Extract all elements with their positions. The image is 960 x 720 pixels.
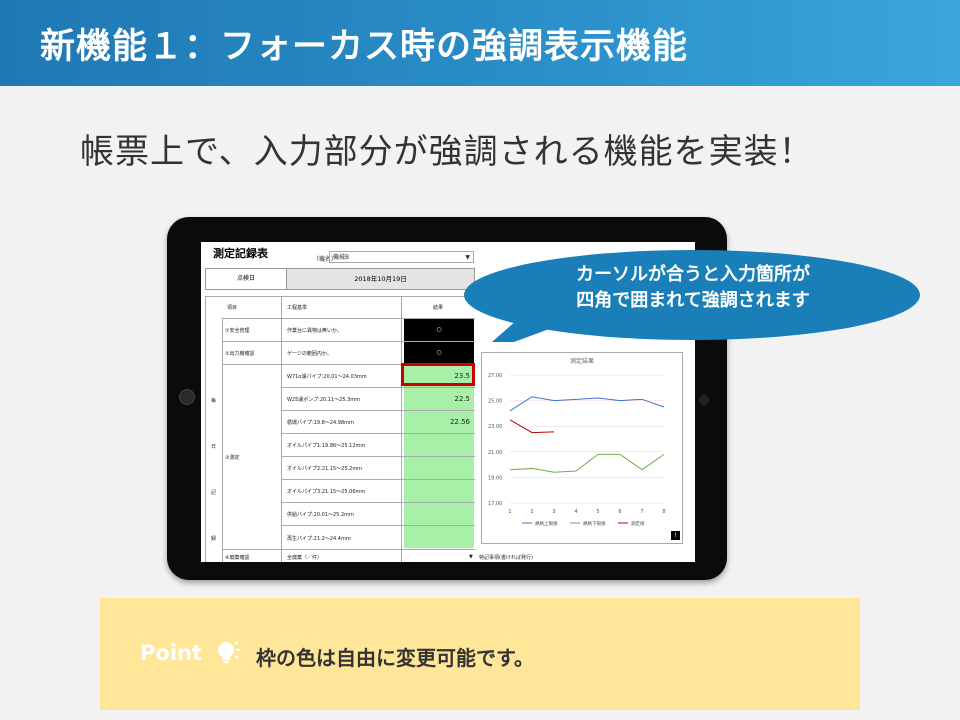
header-standard: 工程基準 [287, 305, 308, 311]
result-input[interactable] [404, 526, 474, 548]
x-tick-label: 1 [508, 509, 511, 515]
y-tick-label: 27.00 [488, 373, 502, 379]
result-input[interactable] [404, 503, 474, 525]
slide-subtitle: 帳票上で、入力部分が強調される機能を実装！ [80, 132, 814, 172]
slide-header: 新機能１：フォーカス時の強調表示機能 [0, 0, 960, 86]
vertical-label: 毎 [211, 398, 217, 404]
camera-icon [699, 395, 709, 405]
group-label: ④廃棄確認 [225, 555, 250, 561]
standard-text: ゲージの範囲内か。 [287, 351, 332, 357]
series-line [509, 453, 665, 473]
date-label: 点検日 [206, 269, 287, 289]
standard-text: オイルパイプ3:21.15〜25.06mm [287, 489, 366, 495]
result-cell[interactable]: ○ [404, 342, 474, 364]
header-item: 項目 [227, 305, 238, 311]
lightbulb-icon [218, 641, 240, 663]
standard-text: W25濾ポンプ:20.11〜25.3mm [287, 397, 361, 403]
chart-title: 測定結果 [570, 357, 594, 365]
callout-line-2: 四角で囲まれて強調されます [576, 290, 810, 311]
machine-select[interactable]: 機械B ▼ [329, 251, 474, 263]
group-label: ①安全管理 [225, 328, 250, 334]
point-label: Point [140, 641, 203, 665]
home-button-icon [179, 389, 195, 405]
group-label: ③測定 [225, 455, 240, 461]
callout-line-1: カーソルが合うと入力箇所が [576, 264, 810, 285]
x-tick-label: 7 [640, 509, 643, 515]
chevron-down-icon[interactable]: ▼ [469, 554, 473, 560]
result-input[interactable]: 22.5 [404, 388, 474, 410]
legend-label: 規格下限値 [583, 520, 606, 527]
y-tick-label: 21.00 [488, 450, 502, 456]
header-result: 結果 [433, 305, 444, 311]
standard-text: オイルパイプ1:19.86〜25.12mm [287, 443, 366, 449]
date-field[interactable]: 2018年10月19日 [287, 269, 474, 289]
grid-line [205, 296, 475, 297]
chart-expand-icon[interactable]: ! [671, 531, 680, 540]
standard-text: 作業台に異物は無いか。 [287, 328, 342, 334]
callout-text: カーソルが合うと入力箇所が 四角で囲まれて強調されます [502, 262, 884, 314]
x-tick-label: 2 [530, 509, 533, 515]
x-tick-label: 5 [596, 509, 599, 515]
standard-text: 循環パイプ:19.8〜24.98mm [287, 420, 354, 426]
y-tick-label: 19.00 [488, 475, 502, 481]
y-tick-label: 23.00 [488, 424, 502, 430]
x-tick-label: 8 [662, 509, 665, 515]
vertical-label: 録 [211, 536, 217, 542]
result-input[interactable] [404, 457, 474, 479]
y-tick-label: 25.00 [488, 399, 502, 405]
grid-line [222, 549, 475, 550]
machine-select-value: 機械B [333, 254, 350, 261]
x-tick-label: 4 [574, 509, 577, 515]
series-line [509, 396, 665, 412]
date-row: 点検日 2018年10月19日 [205, 268, 475, 290]
legend-label: 測定値 [631, 520, 645, 527]
standard-text: W71α濾パイプ:20.01〜24.03mm [287, 374, 367, 380]
result-input[interactable] [404, 480, 474, 502]
standard-text: 再生パイプ:21.2〜24.4mm [287, 536, 351, 542]
standard-text: 供給パイプ:20.01〜25.2mm [287, 512, 354, 518]
x-tick-label: 6 [618, 509, 621, 515]
standard-text: 全廃棄（／件） [287, 555, 323, 561]
group-label: ②出力機確認 [225, 351, 255, 357]
grid-line [401, 296, 402, 562]
slide-title: 新機能１：フォーカス時の強調表示機能 [40, 27, 689, 67]
result-chart: 測定結果 27.00 25.00 23.00 21.00 19.00 17.00 1 2 3 4 5… [481, 352, 683, 544]
result-input[interactable] [404, 434, 474, 456]
vertical-label: 記 [211, 490, 217, 496]
x-tick-label: 3 [552, 509, 555, 515]
chart-svg: 測定結果 27.00 25.00 23.00 21.00 19.00 17.00 1 2 3 4 5… [488, 357, 666, 527]
y-tick-label: 17.00 [488, 501, 502, 507]
footer-note: 特記事項(書ければ発行) [479, 555, 533, 561]
vertical-label: 日 [211, 444, 217, 450]
grid-line [205, 296, 206, 562]
point-box: Point 枠の色は自由に変更可能です。 [100, 598, 860, 710]
focus-highlight-frame [401, 363, 475, 386]
result-input[interactable]: 22.56 [404, 411, 474, 433]
standard-text: オイルパイプ2:21.15〜25.2mm [287, 466, 363, 472]
grid-line [281, 296, 282, 562]
point-text: 枠の色は自由に変更可能です。 [256, 646, 534, 670]
form-title: 測定記録表 [213, 247, 268, 260]
legend-label: 規格上限値 [535, 520, 558, 527]
grid-line [222, 318, 223, 562]
